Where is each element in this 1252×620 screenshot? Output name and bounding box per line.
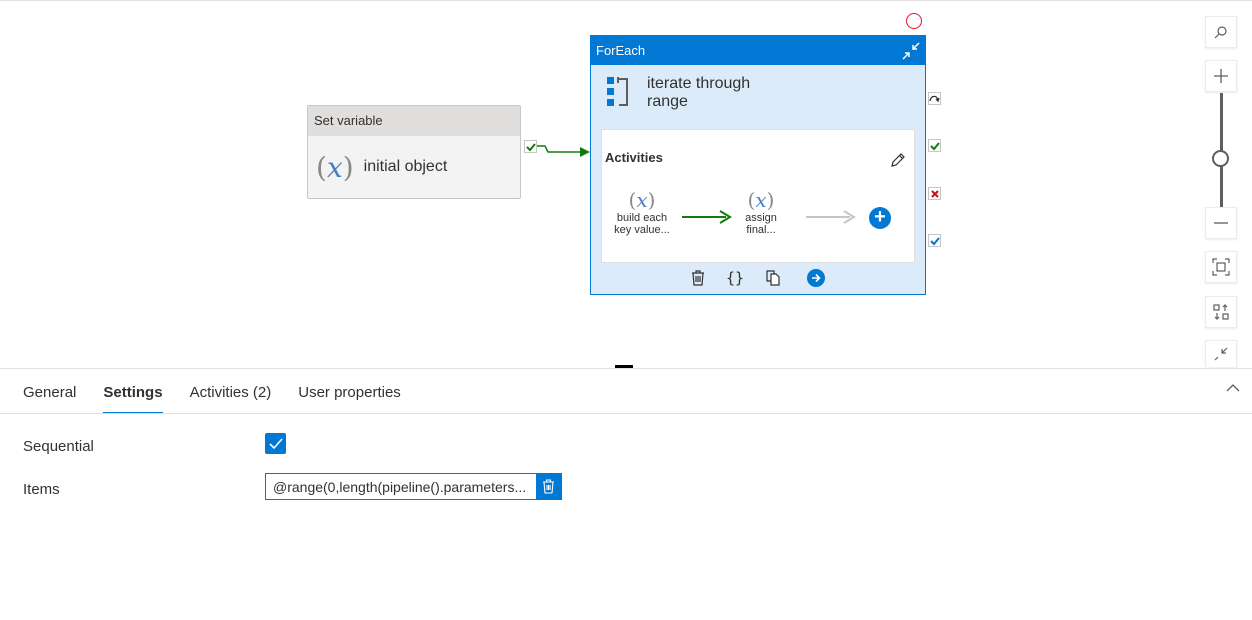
- properties-tabs: General Settings Activities (2) User pro…: [23, 369, 428, 414]
- pending-connector: [806, 210, 856, 224]
- failure-output-icon[interactable]: [928, 187, 941, 200]
- inner-activity-name: build each: [616, 212, 668, 224]
- code-icon[interactable]: {}: [724, 267, 746, 289]
- tab-general[interactable]: General: [23, 369, 76, 413]
- activity-name: initial object: [363, 158, 448, 175]
- zoom-slider-thumb[interactable]: [1212, 150, 1229, 167]
- activity-name-line2: range: [647, 93, 688, 110]
- search-icon[interactable]: [1205, 16, 1237, 48]
- activity-type-label: ForEach: [596, 43, 646, 58]
- success-output-icon[interactable]: [928, 139, 941, 152]
- chevron-up-icon[interactable]: [1226, 383, 1240, 393]
- activities-label: Activities: [605, 150, 663, 165]
- zoom-in-icon[interactable]: [1205, 60, 1237, 92]
- properties-panel: General Settings Activities (2) User pro…: [0, 368, 1252, 620]
- tab-user-properties[interactable]: User properties: [298, 369, 401, 413]
- delete-icon[interactable]: [536, 474, 561, 499]
- collapse-canvas-icon[interactable]: [1205, 340, 1237, 367]
- add-activity-button[interactable]: +: [869, 207, 891, 229]
- items-field[interactable]: @range(0,length(pipeline().parameters...: [265, 473, 562, 500]
- success-connector: [682, 210, 732, 224]
- tab-divider: [0, 413, 1252, 414]
- variable-icon: (x): [316, 150, 354, 184]
- activity-type-label: Set variable: [308, 106, 520, 136]
- tab-settings[interactable]: Settings: [103, 369, 163, 414]
- variable-icon: (x): [747, 188, 775, 212]
- success-output-icon[interactable]: [524, 140, 537, 153]
- skipped-output-icon[interactable]: [928, 92, 941, 105]
- fit-to-screen-icon[interactable]: [1205, 251, 1237, 283]
- zoom-out-icon[interactable]: [1205, 207, 1237, 239]
- auto-align-icon[interactable]: [1205, 296, 1237, 328]
- inner-activities-panel: Activities (x) build each key value... (…: [601, 129, 915, 263]
- pipeline-canvas[interactable]: Set variable (x) initial object ForEach: [0, 0, 1252, 367]
- copy-icon[interactable]: [763, 267, 783, 289]
- set-variable-activity[interactable]: Set variable (x) initial object: [307, 105, 521, 199]
- foreach-icon: [607, 77, 628, 106]
- navigate-icon[interactable]: [806, 267, 826, 289]
- items-value[interactable]: @range(0,length(pipeline().parameters...: [266, 479, 533, 495]
- inner-activity[interactable]: (x) assign final...: [726, 188, 796, 236]
- inner-activity[interactable]: (x) build each key value...: [607, 188, 677, 236]
- edit-pencil-icon[interactable]: [890, 152, 906, 168]
- sequential-checkbox[interactable]: [265, 433, 286, 454]
- success-connector: [537, 145, 590, 157]
- inner-activity-name: key value...: [614, 224, 670, 236]
- activity-name-line1: iterate through: [647, 75, 751, 92]
- collapse-icon[interactable]: [901, 41, 921, 61]
- delete-icon[interactable]: [688, 267, 708, 289]
- inner-activity-name: assign: [745, 212, 777, 224]
- items-label: Items: [23, 481, 60, 498]
- error-indicator-icon: [906, 13, 922, 29]
- tab-activities[interactable]: Activities (2): [190, 369, 272, 413]
- foreach-activity[interactable]: ForEach iterate through range Activities: [590, 35, 926, 295]
- completion-output-icon[interactable]: [928, 234, 941, 247]
- variable-icon: (x): [628, 188, 656, 212]
- inner-activity-name: final...: [746, 224, 776, 236]
- checkmark-icon: [268, 437, 283, 449]
- sequential-label: Sequential: [23, 438, 94, 455]
